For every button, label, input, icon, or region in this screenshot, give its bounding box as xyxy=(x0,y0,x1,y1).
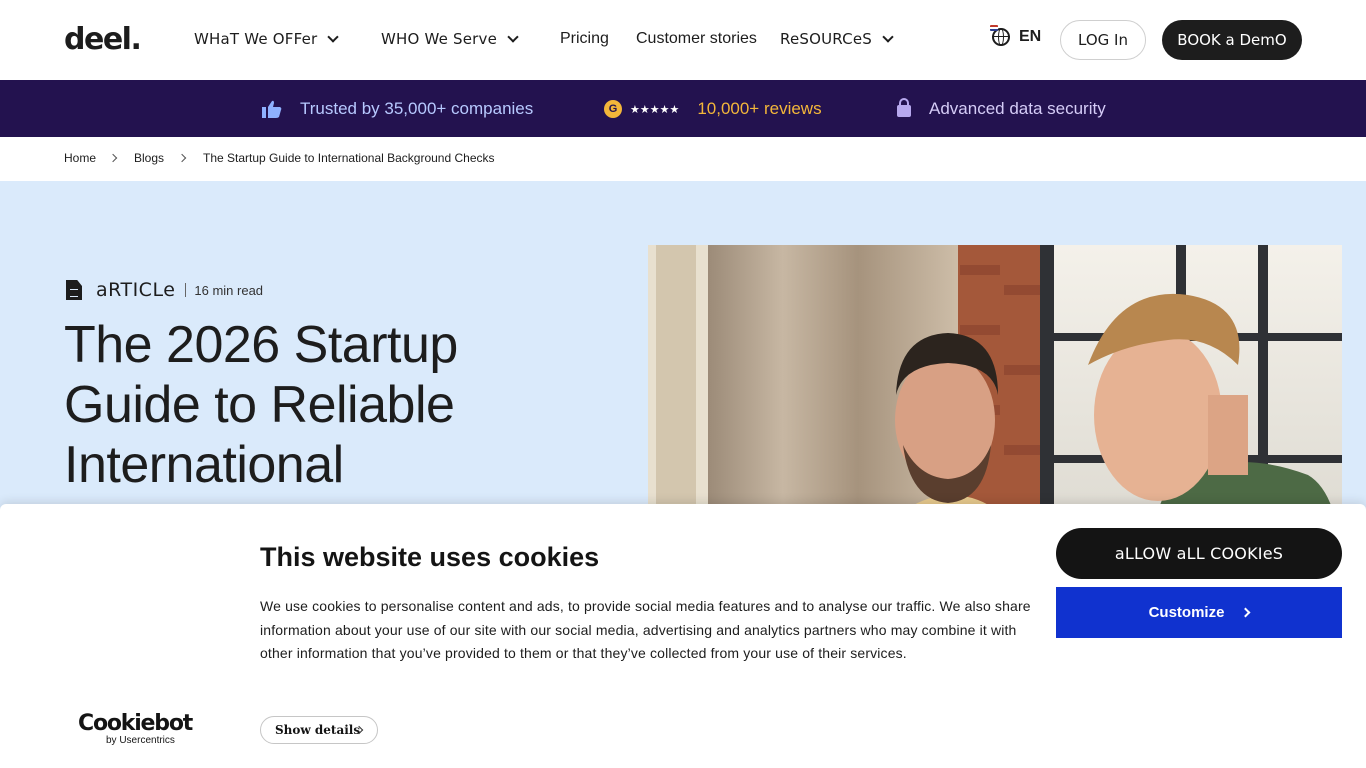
book-demo-button[interactable]: BOOK a DemO xyxy=(1162,20,1302,60)
trust-security: Advanced data security xyxy=(897,98,1106,119)
show-details-label: Show details xyxy=(275,723,361,737)
reviews-text: 10,000+ reviews xyxy=(697,99,822,118)
nav-who-we-serve[interactable]: WHO We Serve xyxy=(381,30,519,48)
chevron-down-icon xyxy=(882,30,894,43)
security-text: Advanced data security xyxy=(929,99,1106,118)
nav-pricing[interactable]: Pricing xyxy=(560,30,609,48)
cookie-title: This website uses cookies xyxy=(260,542,600,572)
flag-icon xyxy=(990,25,998,31)
chevron-right-icon xyxy=(177,153,187,163)
breadcrumb-blogs[interactable]: Blogs xyxy=(134,151,164,165)
nav-item-label: WHO We Serve xyxy=(381,30,498,48)
nav-customer-stories[interactable]: Customer stories xyxy=(636,30,757,48)
allow-all-cookies-button[interactable]: aLLOW aLL COOKIeS xyxy=(1056,528,1342,579)
customize-cookies-button[interactable]: Customize xyxy=(1056,587,1342,638)
cookie-consent-banner: Cookiebot by Usercentrics This website u… xyxy=(0,504,1366,768)
nav-item-label: Pricing xyxy=(560,30,609,47)
language-selector[interactable]: EN xyxy=(990,25,1042,46)
breadcrumb-current: The Startup Guide to International Backg… xyxy=(203,151,495,165)
g2-icon: G xyxy=(604,100,622,118)
nav-item-label: ReSOURCeS xyxy=(780,30,872,48)
nav-resources[interactable]: ReSOURCeS xyxy=(780,30,894,48)
meta-divider xyxy=(185,283,187,297)
chevron-down-icon xyxy=(507,30,519,43)
companies-text: Trusted by 35,000+ companies xyxy=(300,99,534,118)
cookie-description: We use cookies to personalise content an… xyxy=(260,598,1031,662)
lock-icon xyxy=(897,98,911,117)
article-meta: aRTICLe 16 min read xyxy=(66,279,263,301)
login-button[interactable]: LOG In xyxy=(1060,20,1146,60)
language-code: EN xyxy=(1019,28,1042,45)
chevron-right-icon xyxy=(1240,607,1251,618)
article-type-label: aRTICLe xyxy=(96,279,176,301)
thumbs-up-icon xyxy=(262,100,282,118)
nav-what-we-offer[interactable]: WHaT We OFFer xyxy=(194,30,340,48)
cookiebot-logo: Cookiebot by Usercentrics xyxy=(78,711,193,747)
trust-bar: Trusted by 35,000+ companies G ★★★★★ 10,… xyxy=(0,80,1366,137)
breadcrumb-home[interactable]: Home xyxy=(64,151,96,165)
cookiebot-logo-text: Cookiebot xyxy=(78,711,193,736)
cookiebot-logo-subtext: by Usercentrics xyxy=(106,735,175,746)
document-icon xyxy=(66,280,82,300)
star-rating-icon: ★★★★★ xyxy=(630,103,680,116)
read-time: 16 min read xyxy=(194,282,264,298)
breadcrumb: Home Blogs The Startup Guide to Internat… xyxy=(0,137,1366,181)
trust-reviews: G ★★★★★ 10,000+ reviews xyxy=(604,99,822,119)
globe-icon xyxy=(990,25,1010,46)
nav-item-label: WHaT We OFFer xyxy=(194,30,318,48)
chevron-down-icon xyxy=(327,30,340,43)
nav-item-label: Customer stories xyxy=(636,30,757,47)
trust-companies: Trusted by 35,000+ companies xyxy=(262,99,533,119)
deel-logo[interactable]: deel. xyxy=(64,22,142,57)
chevron-right-icon xyxy=(108,153,118,163)
customize-label: Customize xyxy=(1148,604,1225,621)
top-navigation: deel. WHaT We OFFer WHO We Serve Pricing… xyxy=(0,0,1366,80)
show-details-button[interactable]: Show details xyxy=(260,716,378,744)
